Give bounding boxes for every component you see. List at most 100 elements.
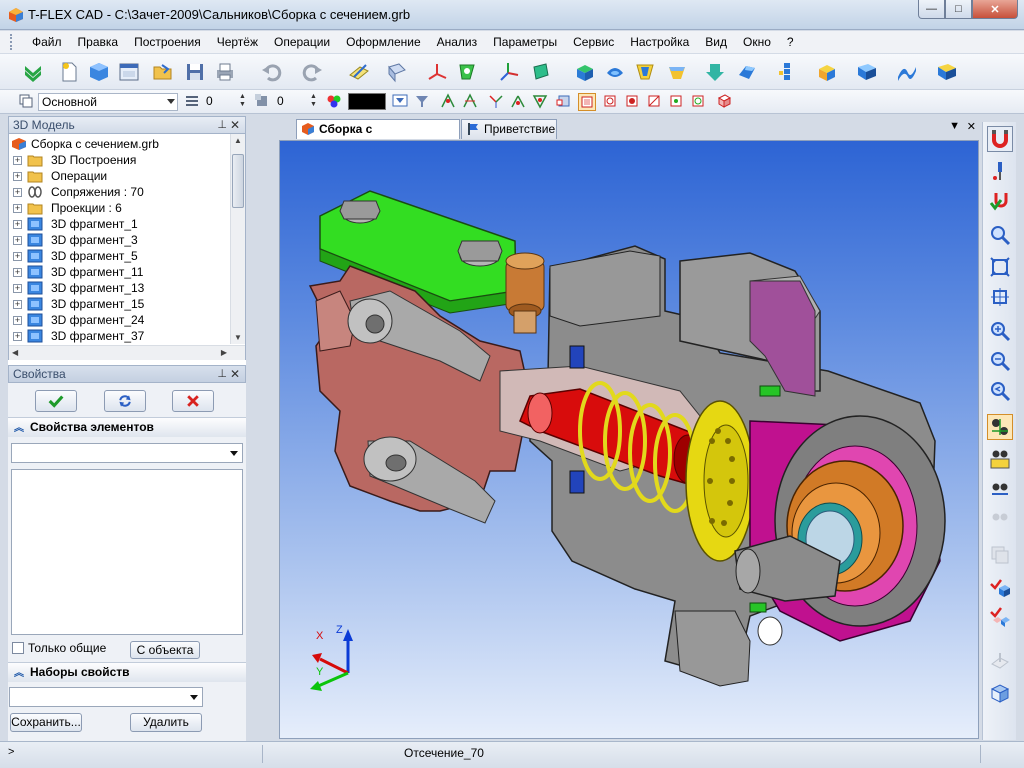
scroll-left-icon[interactable]: ◀ xyxy=(12,348,18,357)
tab-assembly[interactable]: Сборка с сечением.grb xyxy=(296,119,460,154)
zoom-out-icon[interactable] xyxy=(987,348,1013,374)
close-button[interactable]: ✕ xyxy=(972,0,1018,19)
expand-icon[interactable]: + xyxy=(13,300,22,309)
lcs-icon[interactable] xyxy=(496,59,522,85)
menu-operations[interactable]: Операции xyxy=(266,35,338,49)
scroll-thumb[interactable] xyxy=(232,154,244,208)
magnet-snap-icon[interactable] xyxy=(987,126,1013,152)
print-icon[interactable] xyxy=(212,59,238,85)
scroll-right-icon[interactable]: ▶ xyxy=(221,348,227,357)
loft-icon[interactable] xyxy=(632,59,658,85)
priority-spinner[interactable]: 0 ▲ ▼ xyxy=(274,93,318,111)
check-bodies-icon[interactable] xyxy=(987,604,1013,630)
pan-view-icon[interactable] xyxy=(987,476,1013,502)
snap-center-icon[interactable] xyxy=(532,93,550,111)
element-properties-header[interactable]: ︽ Свойства элементов xyxy=(8,417,246,437)
assembly-section-model[interactable]: X Y Z xyxy=(280,141,979,739)
expand-icon[interactable]: + xyxy=(13,268,22,277)
menu-service[interactable]: Сервис xyxy=(565,35,622,49)
menu-drawing[interactable]: Чертёж xyxy=(209,35,266,49)
expand-icon[interactable]: + xyxy=(13,284,22,293)
fit-all-icon[interactable] xyxy=(987,254,1013,280)
snap-gear-icon[interactable] xyxy=(602,93,620,111)
tree-horizontal-scrollbar[interactable]: ◀ ▶ xyxy=(9,345,245,360)
menu-view[interactable]: Вид xyxy=(697,35,735,49)
undo-icon[interactable] xyxy=(258,59,284,85)
zoom-previous-icon[interactable] xyxy=(987,378,1013,404)
new-3d-model-icon[interactable] xyxy=(86,59,112,85)
view-cube-icon[interactable] xyxy=(987,680,1013,706)
snap-box-icon[interactable] xyxy=(578,93,596,111)
from-object-button[interactable]: С объекта xyxy=(130,641,200,659)
3d-node-icon[interactable] xyxy=(424,59,450,85)
snap-face-icon[interactable] xyxy=(556,93,574,111)
boolean-icon[interactable] xyxy=(702,59,728,85)
expand-icon[interactable]: + xyxy=(13,172,22,181)
fillet-icon[interactable] xyxy=(734,59,760,85)
cancel-button[interactable] xyxy=(172,390,214,412)
workplane-icon[interactable] xyxy=(384,59,410,85)
check-body-icon[interactable] xyxy=(987,574,1013,600)
scroll-up-icon[interactable]: ▲ xyxy=(234,136,242,145)
maximize-button[interactable]: □ xyxy=(945,0,972,19)
color-palette-icon[interactable] xyxy=(326,93,344,111)
menu-analysis[interactable]: Анализ xyxy=(429,35,486,49)
redo-icon[interactable] xyxy=(300,59,326,85)
snap-grid-icon[interactable] xyxy=(440,93,458,111)
menu-window[interactable]: Окно xyxy=(735,35,779,49)
property-sets-dropdown[interactable] xyxy=(9,687,203,707)
expand-icon[interactable]: + xyxy=(13,316,22,325)
save-set-button[interactable]: Сохранить... xyxy=(10,713,82,732)
confirm-check-icon[interactable] xyxy=(20,59,46,85)
dimension-view-icon[interactable] xyxy=(987,446,1013,472)
close-icon[interactable]: ✕ xyxy=(230,117,240,133)
rotate-icon[interactable] xyxy=(602,59,628,85)
minimize-button[interactable]: — xyxy=(918,0,945,19)
surface-icon[interactable] xyxy=(894,59,920,85)
element-properties-dropdown[interactable] xyxy=(11,443,243,463)
property-sets-header[interactable]: ︽ Наборы свойств xyxy=(8,662,246,682)
sketch-plane-icon[interactable] xyxy=(346,59,372,85)
extrude-icon[interactable] xyxy=(572,59,598,85)
rotate-view-icon[interactable] xyxy=(987,414,1013,440)
snap-circle-icon[interactable] xyxy=(624,93,642,111)
menu-parameters[interactable]: Параметры xyxy=(485,35,565,49)
new-document-icon[interactable] xyxy=(56,59,82,85)
expand-icon[interactable]: + xyxy=(13,156,22,165)
command-prompt[interactable]: > xyxy=(8,746,14,758)
expand-icon[interactable]: + xyxy=(13,204,22,213)
scroll-down-icon[interactable]: ▼ xyxy=(234,333,242,342)
menu-file[interactable]: Файл xyxy=(24,35,70,49)
ok-button[interactable] xyxy=(35,390,77,412)
pin-icon[interactable]: ⊥ xyxy=(217,366,227,382)
color-swatch[interactable] xyxy=(348,93,386,110)
snap-body-icon[interactable] xyxy=(716,93,734,111)
snap-quad-icon[interactable] xyxy=(668,93,686,111)
level-spinner[interactable]: 0 ▲ ▼ xyxy=(203,93,247,111)
refresh-button[interactable] xyxy=(104,390,146,412)
filter-icon[interactable] xyxy=(392,93,410,111)
save-icon[interactable] xyxy=(182,59,208,85)
menu-grip[interactable] xyxy=(10,34,14,50)
shell-icon[interactable] xyxy=(814,59,840,85)
menu-edit[interactable]: Правка xyxy=(70,35,127,49)
only-common-checkbox[interactable] xyxy=(12,642,24,654)
snap-vertex-icon[interactable] xyxy=(510,93,528,111)
zoom-window-icon[interactable] xyxy=(987,222,1013,248)
menu-settings[interactable]: Настройка xyxy=(622,35,697,49)
snap-edge-icon[interactable] xyxy=(646,93,664,111)
pin-point-icon[interactable] xyxy=(987,158,1013,184)
menu-annotation[interactable]: Оформление xyxy=(338,35,428,49)
tab-close-icon[interactable]: ✕ xyxy=(967,120,976,133)
expand-icon[interactable]: + xyxy=(13,188,22,197)
drawing-window-icon[interactable] xyxy=(116,59,142,85)
snap-tangent-icon[interactable] xyxy=(690,93,708,111)
layer-combo[interactable]: Основной xyxy=(38,93,178,111)
expand-icon[interactable]: + xyxy=(13,220,22,229)
3d-viewport[interactable]: X Y Z xyxy=(279,140,979,739)
snap-line-icon[interactable] xyxy=(488,93,506,111)
sweep-icon[interactable] xyxy=(664,59,690,85)
magnet-check-icon[interactable] xyxy=(987,188,1013,214)
zoom-extents-icon[interactable] xyxy=(987,284,1013,310)
menu-construct[interactable]: Построения xyxy=(126,35,209,49)
